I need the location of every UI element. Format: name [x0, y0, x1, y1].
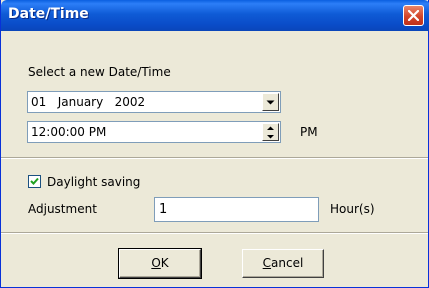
spin-up-icon[interactable]	[263, 124, 278, 132]
title-bar[interactable]: Date/Time	[1, 0, 429, 31]
spin-down-icon[interactable]	[263, 133, 278, 141]
date-time-dialog: Date/Time Select a new Date/Time 01 Janu…	[0, 0, 429, 288]
adjustment-input[interactable]: 1	[154, 197, 319, 222]
close-button[interactable]	[403, 5, 424, 26]
time-value: 12:00:00 PM	[31, 125, 107, 139]
time-input[interactable]: 12:00:00 PM	[27, 121, 281, 143]
divider	[1, 232, 428, 234]
ok-label-rest: K	[160, 256, 169, 270]
ampm-label: PM	[300, 125, 318, 139]
adjustment-value: 1	[159, 202, 168, 217]
ok-button[interactable]: OK	[118, 248, 202, 279]
checkmark-icon	[30, 177, 39, 185]
daylight-saving-checkbox[interactable]	[28, 175, 41, 188]
prompt-label: Select a new Date/Time	[28, 65, 171, 79]
daylight-saving-label[interactable]: Daylight saving	[47, 175, 140, 189]
date-dropdown[interactable]: 01 January 2002	[27, 91, 281, 113]
adjustment-label: Adjustment	[28, 202, 97, 216]
time-spinner[interactable]	[262, 123, 279, 141]
divider	[1, 157, 428, 159]
date-value: 01 January 2002	[31, 95, 146, 109]
cancel-button[interactable]: Cancel	[242, 249, 324, 278]
cancel-mnemonic: C	[262, 256, 272, 270]
close-icon	[408, 10, 419, 21]
ok-mnemonic: O	[151, 256, 161, 270]
date-dropdown-button[interactable]	[262, 93, 279, 111]
cancel-label-rest: ancel	[271, 256, 304, 270]
chevron-down-icon	[266, 100, 275, 105]
window-title: Date/Time	[8, 6, 89, 22]
adjustment-unit-label: Hour(s)	[330, 202, 375, 216]
